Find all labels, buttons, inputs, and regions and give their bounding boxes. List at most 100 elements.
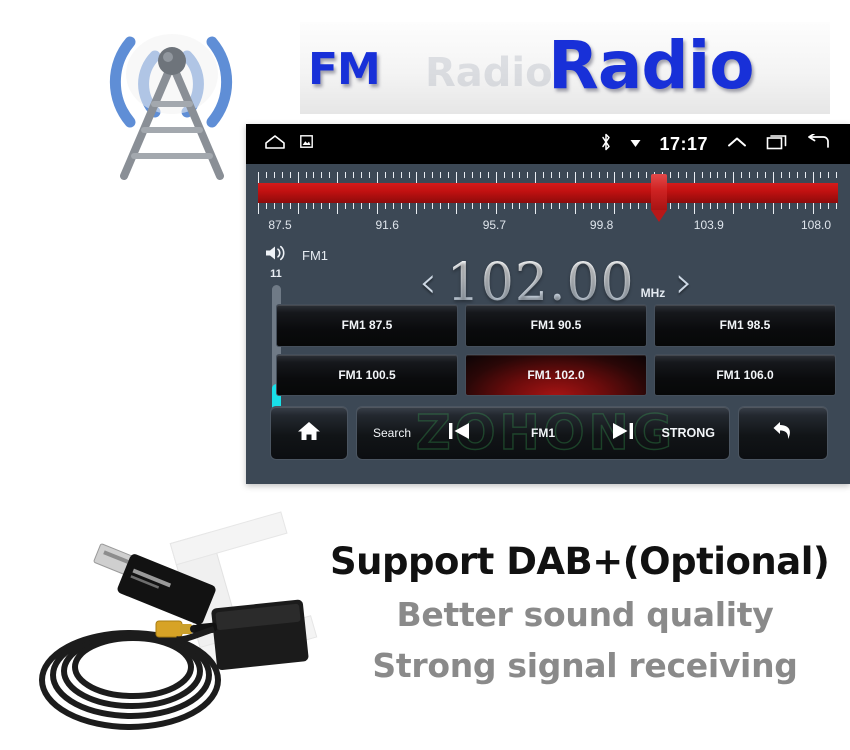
tuner-tick — [305, 172, 307, 178]
tuner-tick — [551, 172, 553, 178]
tuner-tick — [305, 203, 307, 209]
tuner-tick — [432, 172, 434, 178]
chevron-up-icon[interactable] — [726, 134, 748, 155]
tuner-tick — [519, 203, 521, 209]
dab-subtitle-1: Better sound quality — [396, 595, 774, 634]
tuner-tick — [543, 203, 545, 209]
tuner-tick — [582, 203, 584, 209]
tuner-tick — [685, 172, 687, 178]
tuner-tick — [471, 203, 473, 209]
tuner-tick — [360, 172, 362, 178]
tuner-tick — [685, 203, 687, 209]
preset-button[interactable]: FM1 106.0 — [654, 353, 836, 396]
tuner-tick — [669, 172, 671, 178]
tuner-tick — [440, 172, 442, 178]
preset-button[interactable]: FM1 87.5 — [276, 304, 458, 347]
head-unit-screen: 17:17 87.5 91.6 95.7 99.8 103.9 108.0 11… — [246, 124, 850, 484]
tuner-tick — [590, 203, 592, 209]
tuner-ticks-bottom — [258, 203, 838, 214]
preset-label: FM1 100.5 — [338, 367, 396, 382]
tuner-strip[interactable] — [258, 172, 838, 222]
screenshot-icon[interactable] — [300, 135, 313, 153]
preset-button[interactable]: FM1 98.5 — [654, 304, 836, 347]
tuner-tick — [448, 172, 450, 178]
tuner-tick — [432, 203, 434, 209]
preset-button[interactable]: FM1 100.5 — [276, 353, 458, 396]
search-button[interactable]: Search — [373, 426, 411, 440]
toolbar-band-label[interactable]: FM1 — [531, 426, 555, 440]
tuner-tick — [487, 172, 489, 178]
tuner-tick — [590, 172, 592, 178]
volume-level-value: 11 — [270, 268, 282, 280]
tuner-ticks-top — [258, 172, 838, 183]
tuner-tick — [780, 172, 782, 178]
tuner-tick — [463, 172, 465, 178]
tuner-tick — [574, 172, 576, 183]
tuner-tick — [717, 172, 719, 178]
chevron-left-icon[interactable]: ‹ — [419, 261, 437, 305]
tuner-tick — [836, 203, 838, 209]
tuner-tick — [511, 203, 513, 209]
tuner-tick — [630, 172, 632, 178]
tuner-tick — [574, 203, 576, 214]
preset-label: FM1 102.0 — [527, 367, 585, 382]
recent-apps-icon[interactable] — [766, 134, 788, 155]
dab-title: Support DAB+(Optional) — [330, 540, 830, 583]
android-status-bar: 17:17 — [246, 124, 850, 164]
tuner-tick — [598, 172, 600, 178]
tuner-tick — [812, 172, 814, 183]
tuner-marker-icon[interactable] — [651, 174, 668, 222]
preset-grid: FM1 87.5 FM1 90.5 FM1 98.5 FM1 100.5 FM1 102… — [276, 304, 836, 396]
tuner-scale-label: 103.9 — [693, 218, 724, 232]
tuner-tick — [368, 203, 370, 209]
return-button[interactable] — [738, 406, 828, 460]
tuner-tick — [511, 172, 513, 178]
tuner-scale[interactable]: 87.5 91.6 95.7 99.8 103.9 108.0 — [246, 164, 850, 242]
chevron-right-icon[interactable]: › — [675, 261, 693, 305]
tuner-tick — [820, 172, 822, 178]
current-band-label: FM1 — [302, 248, 328, 263]
preset-button[interactable]: FM1 90.5 — [465, 304, 647, 347]
tuner-tick — [677, 172, 679, 178]
preset-button[interactable]: FM1 102.0 — [465, 353, 647, 396]
previous-track-icon[interactable] — [445, 420, 473, 447]
back-arrow-icon[interactable] — [806, 132, 830, 155]
tuner-tick — [416, 203, 418, 214]
tuner-scale-label: 99.8 — [589, 218, 614, 232]
tuner-tick — [265, 172, 267, 178]
tuner-tick — [543, 172, 545, 178]
tuner-tick — [384, 172, 386, 178]
tuner-tick — [376, 172, 378, 183]
preset-label: FM1 98.5 — [719, 318, 771, 333]
tuner-tick — [559, 172, 561, 178]
tuner-tick — [765, 172, 766, 178]
status-bar-right: 17:17 — [600, 132, 850, 156]
tuner-tick — [566, 203, 568, 209]
top-banner: Radio FM Radio 17:17 87.5 91.6 95.7 99.8… — [0, 0, 850, 500]
tuner-tick — [757, 203, 759, 209]
tuner-tick — [551, 203, 553, 209]
tuner-tick — [345, 203, 347, 209]
tuner-tick — [606, 172, 608, 178]
tuner-tick — [836, 172, 838, 178]
dab-subtitle-2: Strong signal receiving — [372, 646, 798, 685]
tuner-tick — [527, 172, 529, 178]
return-arrow-icon — [769, 418, 797, 449]
home-button[interactable] — [270, 406, 348, 460]
next-track-icon[interactable] — [609, 420, 637, 447]
strong-button[interactable]: STRONG — [662, 426, 715, 440]
tuner-scale-label: 108.0 — [800, 218, 832, 232]
tuner-tick — [313, 203, 315, 209]
tuner-tick — [717, 203, 719, 209]
bluetooth-icon — [600, 133, 612, 156]
tuner-tick — [780, 203, 782, 209]
tuner-tick — [353, 172, 355, 178]
tuner-tick — [273, 203, 275, 209]
tuner-tick — [535, 172, 537, 183]
home-outline-icon[interactable] — [264, 134, 286, 155]
tuner-tick — [788, 172, 790, 178]
tuner-tick — [297, 172, 299, 183]
tuner-tick — [741, 172, 743, 178]
tuner-tick — [757, 172, 759, 178]
tuner-tick — [701, 203, 703, 209]
